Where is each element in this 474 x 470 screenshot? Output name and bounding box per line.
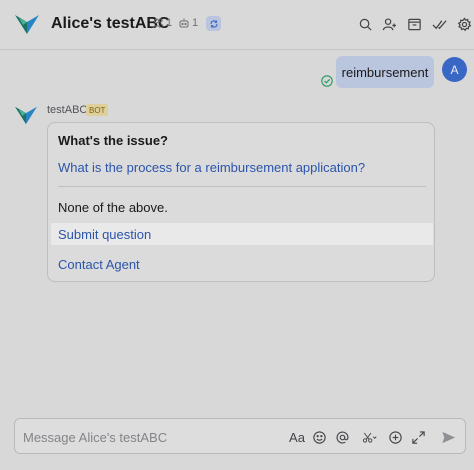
plus-circle-icon — [388, 430, 402, 444]
bot-name: testABC — [47, 104, 88, 116]
members-icon — [152, 18, 164, 29]
archive-icon — [407, 18, 421, 30]
expand-composer-button[interactable] — [410, 429, 426, 445]
read-receipt-icon — [321, 75, 333, 87]
card-title: What's the issue? — [58, 133, 168, 148]
user-avatar[interactable]: A — [442, 57, 467, 82]
mark-done-button[interactable] — [431, 16, 447, 32]
bot-avatar-icon — [15, 106, 37, 125]
bot-count-value: 1 — [192, 17, 199, 29]
search-button[interactable] — [357, 16, 373, 32]
card-divider — [58, 186, 426, 187]
bot-badge: BOT — [86, 104, 109, 116]
member-count-value: 1 — [166, 17, 173, 29]
text-format-button[interactable]: Aa — [288, 429, 306, 445]
settings-button[interactable] — [456, 16, 472, 32]
message-composer: Aa — [14, 418, 466, 454]
text-format-icon: Aa — [289, 429, 305, 445]
faq-question-link[interactable]: What is the process for a reimbursement … — [58, 160, 365, 175]
archive-button[interactable] — [406, 16, 422, 32]
add-attachment-button[interactable] — [387, 429, 403, 445]
gear-icon — [457, 16, 471, 31]
user-message-bubble: reimbursement — [336, 56, 434, 88]
contact-agent-button[interactable]: Contact Agent — [58, 257, 140, 272]
expand-icon — [411, 430, 425, 444]
emoji-button[interactable] — [311, 429, 327, 445]
submit-question-button[interactable]: Submit question — [51, 223, 433, 245]
send-button[interactable] — [440, 429, 456, 445]
search-icon — [359, 18, 372, 31]
member-count[interactable]: 1 — [152, 17, 172, 29]
sync-icon — [210, 19, 217, 28]
send-icon — [441, 431, 455, 443]
at-sign-icon — [336, 431, 349, 443]
app-logo-icon — [15, 15, 39, 34]
emoji-icon — [312, 430, 326, 444]
message-input[interactable] — [23, 427, 273, 447]
robot-icon — [179, 18, 189, 28]
faq-card: What's the issue? What is the process fo… — [47, 122, 435, 282]
screenshot-button[interactable] — [358, 429, 380, 445]
sync-button[interactable] — [206, 16, 221, 31]
add-member-button[interactable] — [381, 16, 397, 32]
double-check-icon — [431, 19, 447, 29]
scissors-icon — [362, 432, 377, 443]
bot-count[interactable]: 1 — [178, 17, 198, 29]
chat-header: Alice's testABC 1 1 — [0, 0, 474, 50]
add-user-icon — [382, 17, 396, 30]
mention-button[interactable] — [334, 429, 350, 445]
none-of-above-text: None of the above. — [58, 200, 168, 215]
